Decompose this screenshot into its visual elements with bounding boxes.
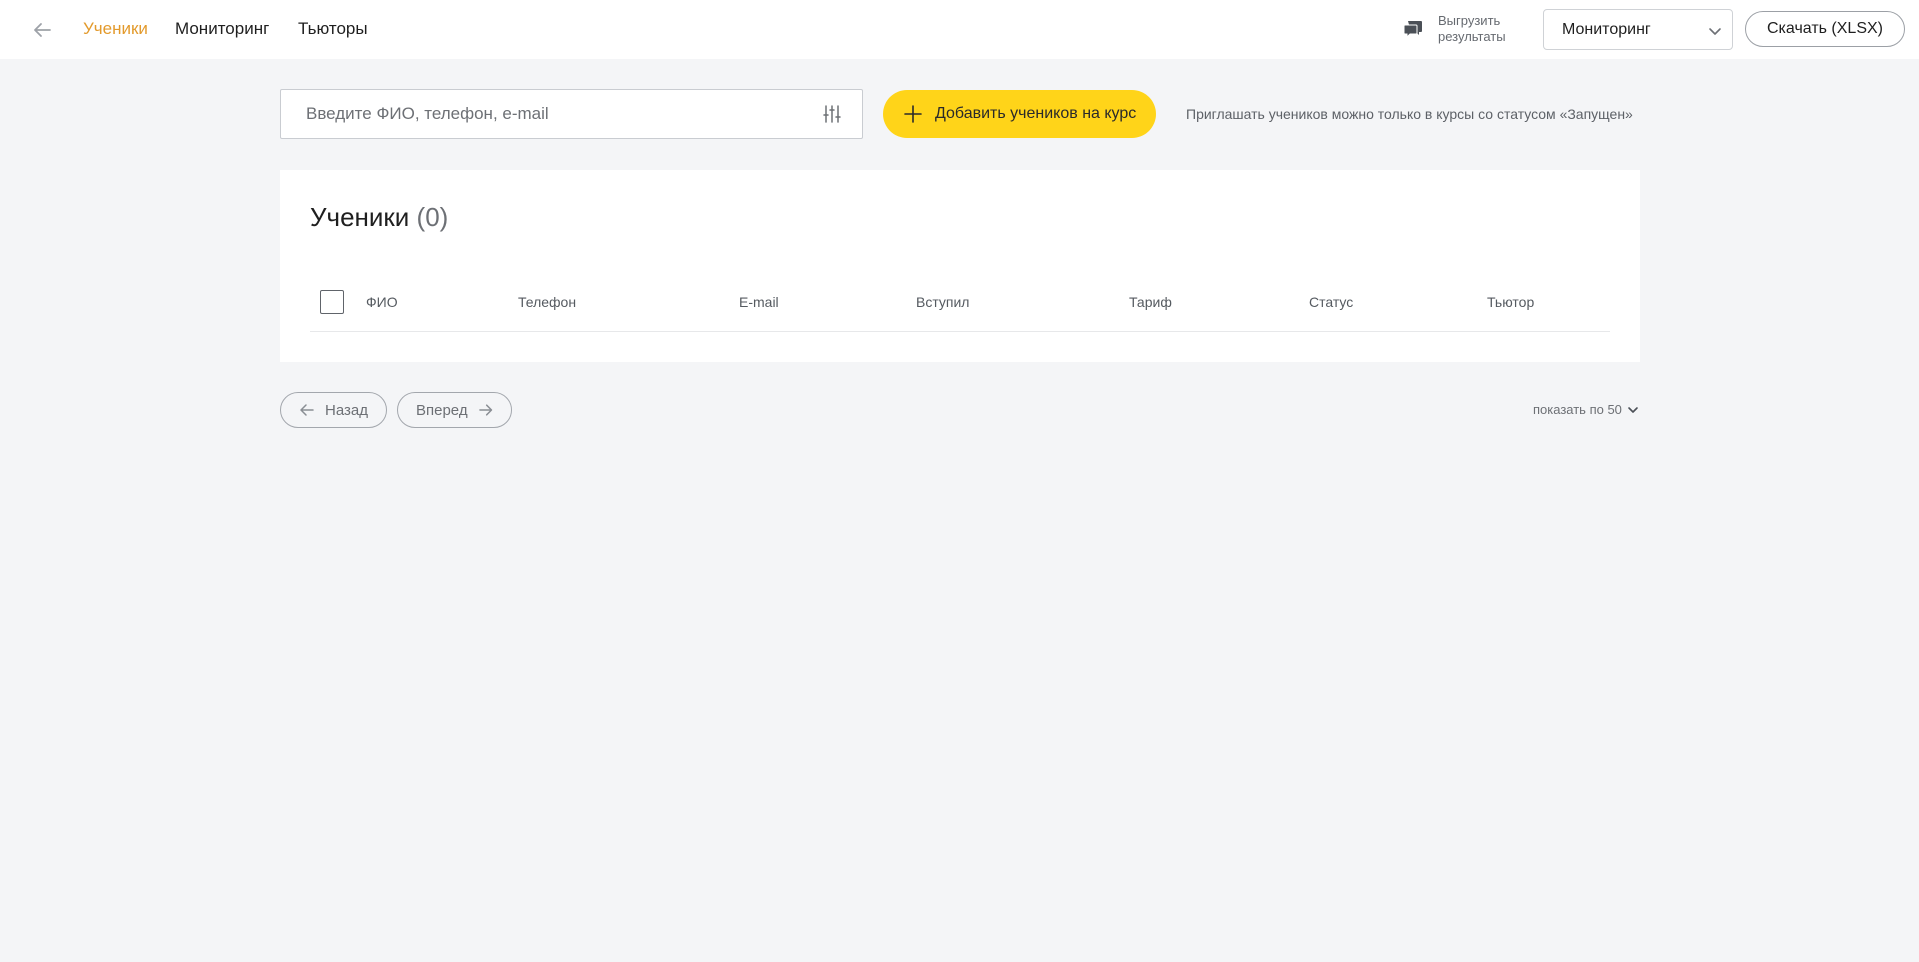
chevron-down-icon: [1628, 406, 1638, 413]
tab-tutors[interactable]: Тьюторы: [298, 19, 368, 39]
column-header-tutor[interactable]: Тьютор: [1487, 294, 1534, 310]
top-navigation-bar: Ученики Мониторинг Тьюторы Выгрузить рез…: [0, 0, 1919, 59]
download-xlsx-button[interactable]: Скачать (XLSX): [1745, 11, 1905, 47]
per-page-dropdown[interactable]: показать по 50: [1533, 402, 1639, 417]
add-students-button[interactable]: Добавить учеников на курс: [883, 90, 1156, 138]
export-results-label: Выгрузить результаты: [1438, 13, 1506, 44]
arrow-right-icon: [478, 404, 492, 416]
column-header-phone[interactable]: Телефон: [518, 294, 576, 310]
page-title: Ученики (0): [310, 202, 448, 233]
plus-icon: [904, 105, 922, 123]
select-all-checkbox[interactable]: [320, 290, 344, 314]
search-input[interactable]: [281, 90, 801, 138]
invite-hint-text: Приглашать учеников можно только в курсы…: [1186, 106, 1633, 122]
column-header-name[interactable]: ФИО: [366, 294, 398, 310]
title-text: Ученики: [310, 202, 410, 232]
prev-page-label: Назад: [325, 401, 368, 419]
prev-page-button[interactable]: Назад: [280, 392, 387, 428]
select-value: Мониторинг: [1562, 21, 1651, 38]
students-card: Ученики (0) ФИО Телефон E-mail Вступил Т…: [280, 170, 1640, 362]
add-students-label: Добавить учеников на курс: [935, 105, 1137, 122]
students-count: (0): [416, 202, 449, 232]
column-header-joined[interactable]: Вступил: [916, 294, 969, 310]
chat-export-icon: [1403, 21, 1422, 39]
next-page-label: Вперед: [416, 401, 468, 419]
arrow-left-icon: [300, 404, 314, 416]
report-type-select[interactable]: Мониторинг: [1543, 9, 1733, 50]
column-header-email[interactable]: E-mail: [739, 294, 779, 310]
filter-sliders-icon[interactable]: [822, 104, 842, 124]
tab-students[interactable]: Ученики: [83, 19, 148, 39]
column-header-tariff[interactable]: Тариф: [1129, 294, 1172, 310]
search-field: [280, 89, 863, 139]
export-results-button[interactable]: Выгрузить результаты: [1402, 12, 1518, 46]
table-header: ФИО Телефон E-mail Вступил Тариф Статус …: [310, 290, 1610, 332]
next-page-button[interactable]: Вперед: [397, 392, 512, 428]
column-header-status[interactable]: Статус: [1309, 294, 1353, 310]
back-arrow-icon[interactable]: [30, 18, 54, 42]
tab-monitoring[interactable]: Мониторинг: [175, 19, 269, 39]
chevron-down-icon: [1709, 28, 1721, 35]
per-page-label: показать по 50: [1533, 402, 1622, 417]
